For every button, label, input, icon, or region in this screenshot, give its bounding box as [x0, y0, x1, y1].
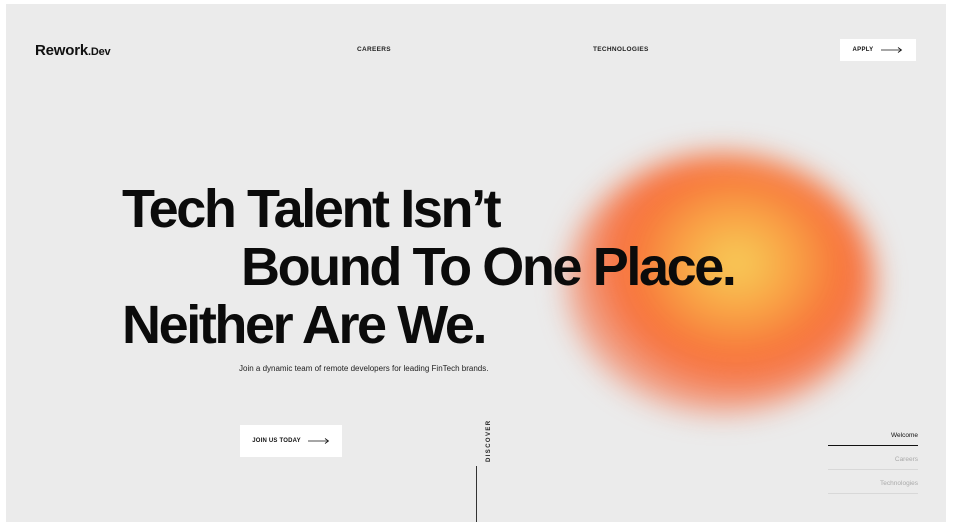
hero-page: Rework.Dev CAREERS TECHNOLOGIES APPLY Te… [6, 4, 946, 522]
nav-careers[interactable]: CAREERS [357, 46, 391, 53]
apply-button[interactable]: APPLY [840, 39, 916, 61]
arrow-right-icon [881, 47, 903, 53]
join-label: JOIN US TODAY [252, 438, 301, 444]
side-nav-technologies[interactable]: Technologies [828, 480, 918, 494]
headline-line-3: Neither Are We. [122, 295, 488, 355]
logo-name: Rework [35, 42, 88, 59]
nav-technologies[interactable]: TECHNOLOGIES [593, 46, 649, 53]
arrow-right-icon [307, 438, 330, 444]
headline-line-2: Bound To One Place. [241, 237, 737, 297]
join-us-button[interactable]: JOIN US TODAY [240, 425, 342, 457]
logo[interactable]: Rework.Dev [35, 42, 111, 59]
discover-line [476, 466, 477, 522]
side-nav-careers[interactable]: Careers [828, 456, 918, 470]
apply-label: APPLY [852, 47, 874, 53]
logo-suffix: .Dev [88, 46, 111, 58]
side-nav-welcome[interactable]: Welcome [828, 432, 918, 446]
hero-subtitle: Join a dynamic team of remote developers… [239, 364, 489, 373]
discover-label[interactable]: DISCOVER [486, 419, 492, 462]
headline-line-1: Tech Talent Isn’t [122, 179, 502, 239]
